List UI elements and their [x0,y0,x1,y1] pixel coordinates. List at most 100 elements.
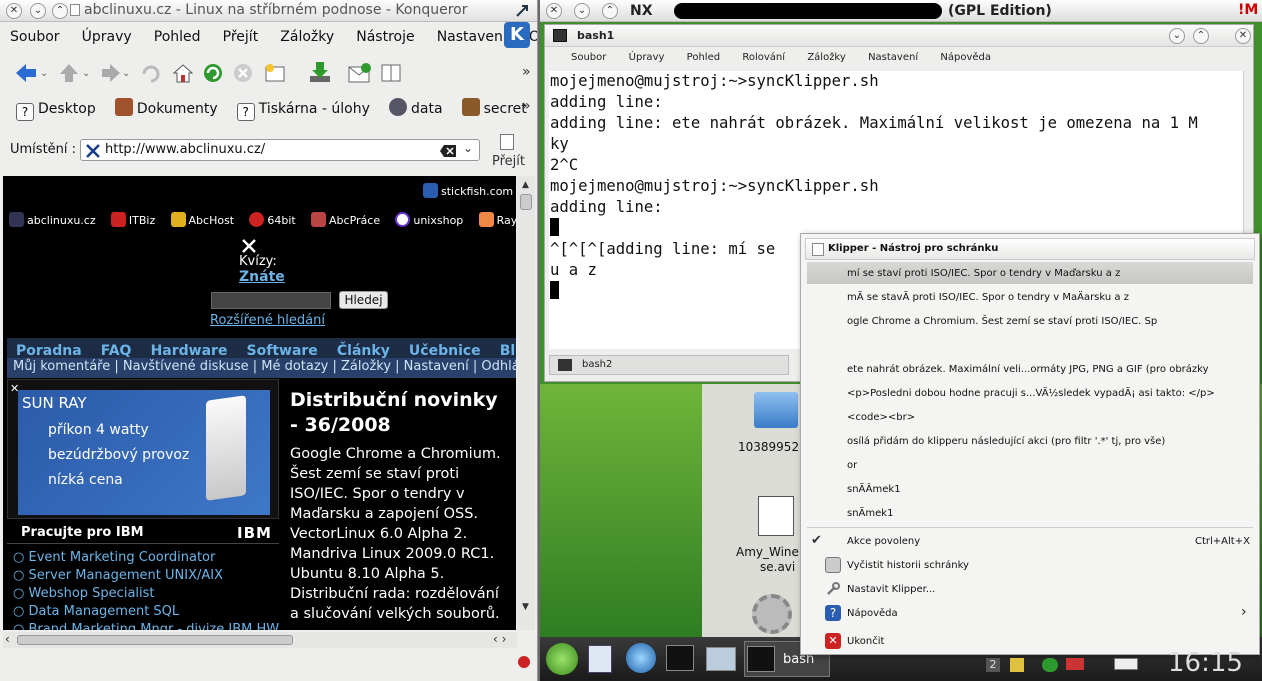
scroll-up-icon[interactable]: ▲ [522,180,529,190]
tray-icon[interactable] [1010,658,1024,672]
maximize-icon[interactable]: ⌃ [602,3,618,19]
gear-icon[interactable] [752,594,792,634]
video-file-icon[interactable] [758,496,794,536]
back-dropdown-icon[interactable]: ⌄ [40,68,48,79]
site-link-abcprace[interactable]: AbcPráce [311,212,380,227]
action-quit[interactable]: Ukončit [847,636,884,647]
history-item[interactable]: ogle Chrome a Chromium. Šest zemí se sta… [847,316,1157,327]
flag-icon[interactable] [1066,658,1084,670]
history-item[interactable]: <p>Posledni dobou hodne pracuji s...VÃ½s… [847,388,1215,399]
ad-box[interactable]: ✕ SUN RAY příkon 4 watty bezúdržbový pro… [7,379,279,519]
nav-ucebnice[interactable]: Učebnice [409,343,481,358]
menu-pohled[interactable]: Pohled [687,52,720,63]
pin-icon[interactable] [514,3,530,19]
close-icon[interactable]: ✕ [6,3,22,19]
download-icon[interactable] [308,60,332,88]
close-icon[interactable]: ✕ [1235,28,1251,44]
list-item[interactable]: ○ Brand Marketing Mngr - divize IBM HW [13,622,279,630]
action-help[interactable]: Nápověda [847,608,898,619]
nav-software[interactable]: Software [247,343,318,358]
close-icon[interactable]: ✕ [546,3,562,19]
menu-prejit[interactable]: Přejít [223,29,259,45]
forward-dropdown-icon[interactable]: ⌄ [122,68,130,79]
minimize-icon[interactable]: ⌄ [574,3,590,19]
stop-icon[interactable] [232,62,254,88]
bookmark-secret[interactable]: secret [461,98,527,117]
action-enable-actions[interactable]: Akce povoleny [847,536,920,547]
history-item[interactable]: or [847,460,857,471]
scroll-left-icon[interactable]: ‹ [5,632,10,646]
new-tab-icon[interactable] [264,62,286,88]
menu-rolovani[interactable]: Rolování [742,52,785,63]
site-link-abclinuxu[interactable]: abclinuxu.cz [9,212,96,227]
menu-soubor[interactable]: Soubor [571,52,606,63]
start-menu-icon[interactable] [546,643,578,675]
nav-faq[interactable]: FAQ [101,343,132,358]
advanced-search-link[interactable]: Rozšířené hledání [210,313,325,328]
menu-nastroje[interactable]: Nástroje [356,29,414,45]
bookmark-tiskarna[interactable]: ? Tiskárna - úlohy [236,98,370,121]
search-input[interactable] [211,292,331,309]
nav-clanky[interactable]: Články [337,343,390,358]
list-item[interactable]: ○ Data Management SQL [13,604,279,622]
forward-icon[interactable] [100,62,122,88]
list-item[interactable]: ○ Event Marketing Coordinator [13,550,279,568]
site-link-abchost[interactable]: AbcHost [170,212,234,227]
up-icon[interactable] [58,62,80,88]
site-link-itbiz[interactable]: ITBiz [110,212,155,227]
url-input[interactable]: http://www.abclinuxu.cz/ ⌄ [80,139,480,161]
reload-icon[interactable] [202,62,224,88]
menu-pohled[interactable]: Pohled [154,29,201,45]
action-configure[interactable]: Nastavit Klipper... [847,584,935,595]
nav-poradna[interactable]: Poradna [16,343,82,358]
back-icon[interactable] [14,62,38,88]
history-item[interactable]: mí se staví proti ISO/IEC. Spor o tendry… [847,268,1120,279]
stickfish-link[interactable]: stickfish.com [423,180,513,199]
menu-upravy[interactable]: Úpravy [629,52,665,63]
menu-nastaveni[interactable]: Nastavení [868,52,918,63]
history-item[interactable]: ete nahrát obrázek. Maximální veli...orm… [847,364,1209,375]
horizontal-scrollbar[interactable]: ‹ ‹ › [3,632,517,648]
home-icon[interactable] [172,62,194,88]
toolbar-overflow-icon[interactable]: » [522,64,531,80]
menu-zalozky[interactable]: Záložky [280,29,334,45]
menu-soubor[interactable]: Soubor [10,29,60,45]
hscroll-thumb[interactable] [17,635,293,645]
znate-link[interactable]: Znáte [239,269,285,285]
history-item[interactable]: <code><br> [847,412,915,423]
up-dropdown-icon[interactable]: ⌄ [82,68,90,79]
maximize-icon[interactable]: ⌃ [1193,28,1209,44]
menu-napoveda[interactable]: Nápověda [940,52,991,63]
history-item[interactable]: snÃÂmek1 [847,484,901,495]
menu-zalozky[interactable]: Záložky [807,52,845,63]
action-clear-history[interactable]: Vyčistit historii schránky [847,560,969,571]
file-manager-icon[interactable] [588,645,612,673]
bookmark-desktop[interactable]: ? Desktop [16,98,96,121]
minimize-icon[interactable]: ⌄ [1169,28,1185,44]
search-button[interactable]: Hledej [339,291,388,309]
clear-url-icon[interactable] [439,143,457,162]
nav-blogy[interactable]: Blogy [500,343,516,358]
scroll-down-icon[interactable]: ▼ [522,602,529,612]
bookmark-data[interactable]: data [388,98,443,117]
history-item[interactable]: osílá přidám do klipperu následující akc… [847,436,1165,447]
maximize-icon[interactable]: ⌃ [52,3,68,19]
scroll-right-icon[interactable]: ‹ › [493,632,506,646]
menu-okno[interactable]: Okno [529,29,537,45]
history-item[interactable]: snÃmek1 [847,508,893,519]
list-item[interactable]: ○ Server Management UNIX/AIX [13,568,279,586]
list-item[interactable]: ○ Webshop Specialist [13,586,279,604]
bookmarks-overflow-icon[interactable]: » [522,98,531,114]
undo-icon[interactable] [140,62,162,88]
article-title[interactable]: Distribuční novinky - 36/2008 [290,388,500,438]
url-dropdown-icon[interactable]: ⌄ [463,141,473,155]
menu-upravy[interactable]: Úpravy [82,29,132,45]
site-link-64bit[interactable]: 64bit [249,212,296,227]
user-nav[interactable]: Můj komentáře | Navštívené diskuse | Mé … [7,358,516,378]
tray-icon[interactable] [1042,658,1058,672]
tab-bash2[interactable]: bash2 [549,355,789,375]
terminal-icon[interactable] [666,645,694,671]
minimize-icon[interactable]: ⌄ [30,3,46,19]
show-desktop-icon[interactable] [706,647,736,671]
browser-icon[interactable] [626,643,656,673]
